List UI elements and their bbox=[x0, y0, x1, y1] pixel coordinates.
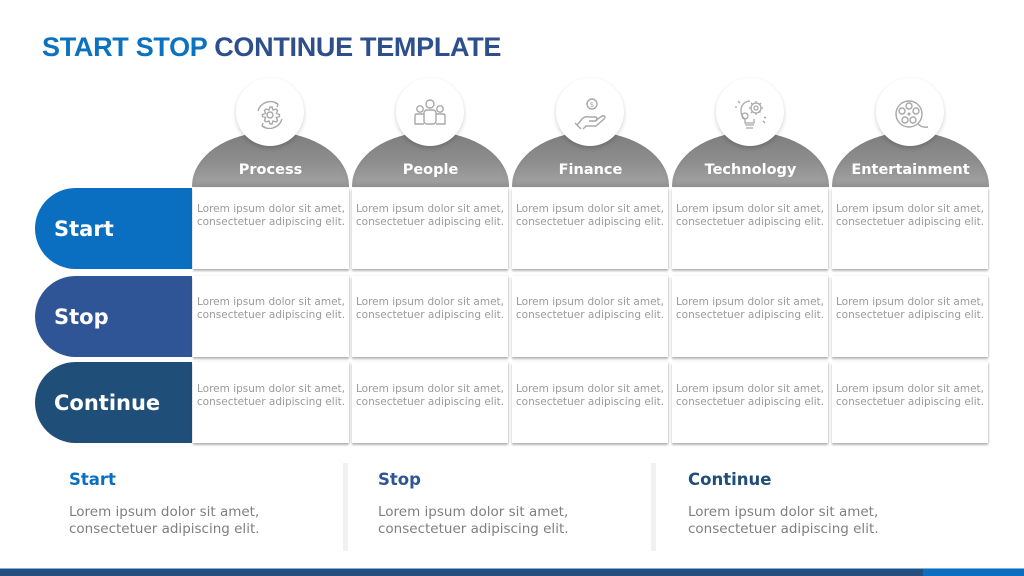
page-title: START STOP CONTINUE TEMPLATE bbox=[42, 32, 501, 63]
grid-cell: Lorem ipsum dolor sit amet, consectetuer… bbox=[832, 276, 988, 357]
row-label-continue: Continue bbox=[35, 362, 192, 443]
column-header-entertainment: Entertainment bbox=[832, 78, 989, 187]
summary-heading: Continue bbox=[688, 470, 772, 489]
summary-continue: Continue Lorem ipsum dolor sit amet, con… bbox=[688, 470, 948, 538]
row-label-start: Start bbox=[35, 188, 192, 269]
grid-cell: Lorem ipsum dolor sit amet, consectetuer… bbox=[512, 276, 668, 357]
summary-stop: Stop Lorem ipsum dolor sit amet, consect… bbox=[378, 470, 638, 538]
row-label-stop: Stop bbox=[35, 276, 192, 357]
column-header-technology: Technology bbox=[672, 78, 829, 187]
summary-heading: Stop bbox=[378, 470, 421, 489]
grid-cell: Lorem ipsum dolor sit amet, consectetuer… bbox=[512, 188, 668, 269]
column-label: Technology bbox=[704, 162, 797, 178]
hand-coin-icon: $ bbox=[556, 78, 624, 146]
title-part-2: CONTINUE TEMPLATE bbox=[214, 32, 502, 62]
grid-cell: Lorem ipsum dolor sit amet, consectetuer… bbox=[193, 362, 349, 443]
column-label: Process bbox=[238, 162, 303, 178]
column-label: Finance bbox=[558, 162, 623, 178]
summary-heading: Start bbox=[69, 470, 116, 489]
svg-text:$: $ bbox=[590, 101, 594, 109]
column-header-process: Process bbox=[192, 78, 349, 187]
grid-cell: Lorem ipsum dolor sit amet, consectetuer… bbox=[672, 276, 828, 357]
column-label: People bbox=[402, 162, 459, 178]
grid-cell: Lorem ipsum dolor sit amet, consectetuer… bbox=[672, 188, 828, 269]
grid-cell: Lorem ipsum dolor sit amet, consectetuer… bbox=[512, 362, 668, 443]
grid-cell: Lorem ipsum dolor sit amet, consectetuer… bbox=[672, 362, 828, 443]
grid-cell: Lorem ipsum dolor sit amet, consectetuer… bbox=[832, 188, 988, 269]
row-label-text: Start bbox=[54, 216, 114, 241]
grid-cell: Lorem ipsum dolor sit amet, consectetuer… bbox=[193, 188, 349, 269]
grid-cell: Lorem ipsum dolor sit amet, consectetuer… bbox=[352, 276, 508, 357]
summary-text: Lorem ipsum dolor sit amet, consectetuer… bbox=[378, 504, 569, 537]
title-part-1: START STOP bbox=[42, 32, 208, 62]
people-group-icon bbox=[396, 78, 464, 146]
grid-cell: Lorem ipsum dolor sit amet, consectetuer… bbox=[352, 188, 508, 269]
divider bbox=[343, 463, 348, 551]
column-header-finance: Finance $ bbox=[512, 78, 669, 187]
footer-bar bbox=[0, 568, 923, 576]
lightbulb-gears-icon bbox=[716, 78, 784, 146]
row-label-text: Stop bbox=[54, 304, 109, 329]
summary-start: Start Lorem ipsum dolor sit amet, consec… bbox=[69, 470, 329, 538]
footer-accent-bar bbox=[923, 568, 1024, 576]
column-header-people: People bbox=[352, 78, 509, 187]
column-label: Entertainment bbox=[851, 162, 970, 178]
summary-text: Lorem ipsum dolor sit amet, consectetuer… bbox=[688, 504, 879, 537]
divider bbox=[651, 463, 656, 551]
row-label-text: Continue bbox=[54, 390, 161, 415]
grid-cell: Lorem ipsum dolor sit amet, consectetuer… bbox=[352, 362, 508, 443]
grid-cell: Lorem ipsum dolor sit amet, consectetuer… bbox=[832, 362, 988, 443]
summary-text: Lorem ipsum dolor sit amet, consectetuer… bbox=[69, 504, 260, 537]
gear-cycle-icon bbox=[236, 78, 304, 146]
grid-cell: Lorem ipsum dolor sit amet, consectetuer… bbox=[193, 276, 349, 357]
film-reel-icon bbox=[876, 78, 944, 146]
